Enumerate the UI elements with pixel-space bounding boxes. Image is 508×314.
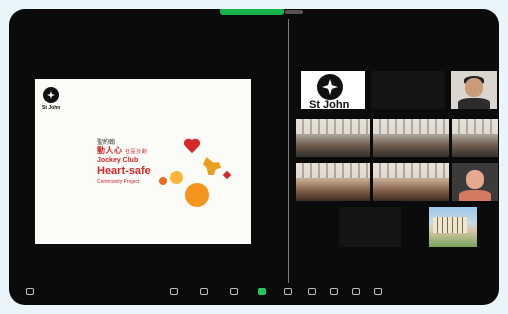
shield-icon [26, 288, 34, 295]
participants-button[interactable] [197, 287, 211, 301]
record-icon [284, 288, 292, 295]
participants-icon [200, 288, 208, 295]
slide-title-cn2-main: 動人心 [97, 146, 123, 155]
view-options-pill[interactable] [285, 10, 303, 14]
participant-tile-man[interactable] [451, 71, 497, 109]
chat-icon [230, 288, 238, 295]
participant-tile-classroom-5[interactable] [373, 163, 449, 201]
slide-title-en2: Heart-safe [97, 165, 151, 177]
participant-tile-classroom-1[interactable] [296, 119, 370, 157]
share-screen-icon [258, 288, 266, 295]
meeting-toolbar [9, 283, 499, 305]
reactions-button[interactable] [327, 287, 341, 301]
slide-logo-text: St John [42, 105, 61, 111]
reactions-icon [330, 288, 338, 295]
slide-title-cn2: 動人心 社區計劃 [97, 145, 147, 156]
participant-tile-classroom-4[interactable] [296, 163, 370, 201]
heart-icon [183, 139, 201, 155]
participant-tile-classroom-3[interactable] [452, 119, 498, 157]
slide-title-cn2-suffix: 社區計劃 [125, 149, 148, 155]
apps-icon [352, 288, 360, 295]
show-captions-button[interactable] [305, 287, 319, 301]
st-john-star-icon [317, 74, 343, 100]
participant-tile-camera-off[interactable] [339, 207, 401, 247]
orange-ball-small-icon [170, 171, 183, 184]
slide-title-en3: Community Project [97, 179, 140, 185]
face-shape [464, 77, 484, 97]
dog-illustration-icon [203, 157, 221, 175]
body-shape [457, 97, 491, 109]
microphone-icon [170, 288, 178, 295]
screen-share-indicator[interactable] [220, 9, 284, 15]
security-button[interactable] [23, 287, 37, 301]
body-shape [458, 189, 492, 201]
st-john-logo-icon [43, 87, 59, 103]
zoom-window: St John 聖約翰 動人心 社區計劃 Jockey Club Heart-s… [9, 9, 499, 305]
shared-slide: St John 聖約翰 動人心 社區計劃 Jockey Club Heart-s… [35, 79, 251, 244]
orange-ball-icon [185, 183, 209, 207]
small-heart-icon [222, 170, 232, 180]
share-screen-button[interactable] [255, 287, 269, 301]
slide-title-en1: Jockey Club [97, 157, 139, 164]
more-icon [374, 288, 382, 295]
participant-tile-st-john-logo[interactable]: St John [301, 71, 365, 109]
captions-icon [308, 288, 316, 295]
participant-tile-school-building[interactable] [429, 207, 477, 247]
split-divider[interactable] [288, 19, 289, 283]
more-button[interactable] [371, 287, 385, 301]
orange-dot-icon [159, 177, 167, 185]
face-shape [465, 169, 485, 189]
logo-tile-text: St John [309, 99, 350, 109]
chat-button[interactable] [227, 287, 241, 301]
apps-button[interactable] [349, 287, 363, 301]
participant-tile-woman[interactable] [452, 163, 498, 201]
participant-tile-classroom-2[interactable] [373, 119, 449, 157]
participant-tile-name-only[interactable] [371, 71, 445, 109]
mute-button[interactable] [167, 287, 181, 301]
record-button[interactable] [281, 287, 295, 301]
